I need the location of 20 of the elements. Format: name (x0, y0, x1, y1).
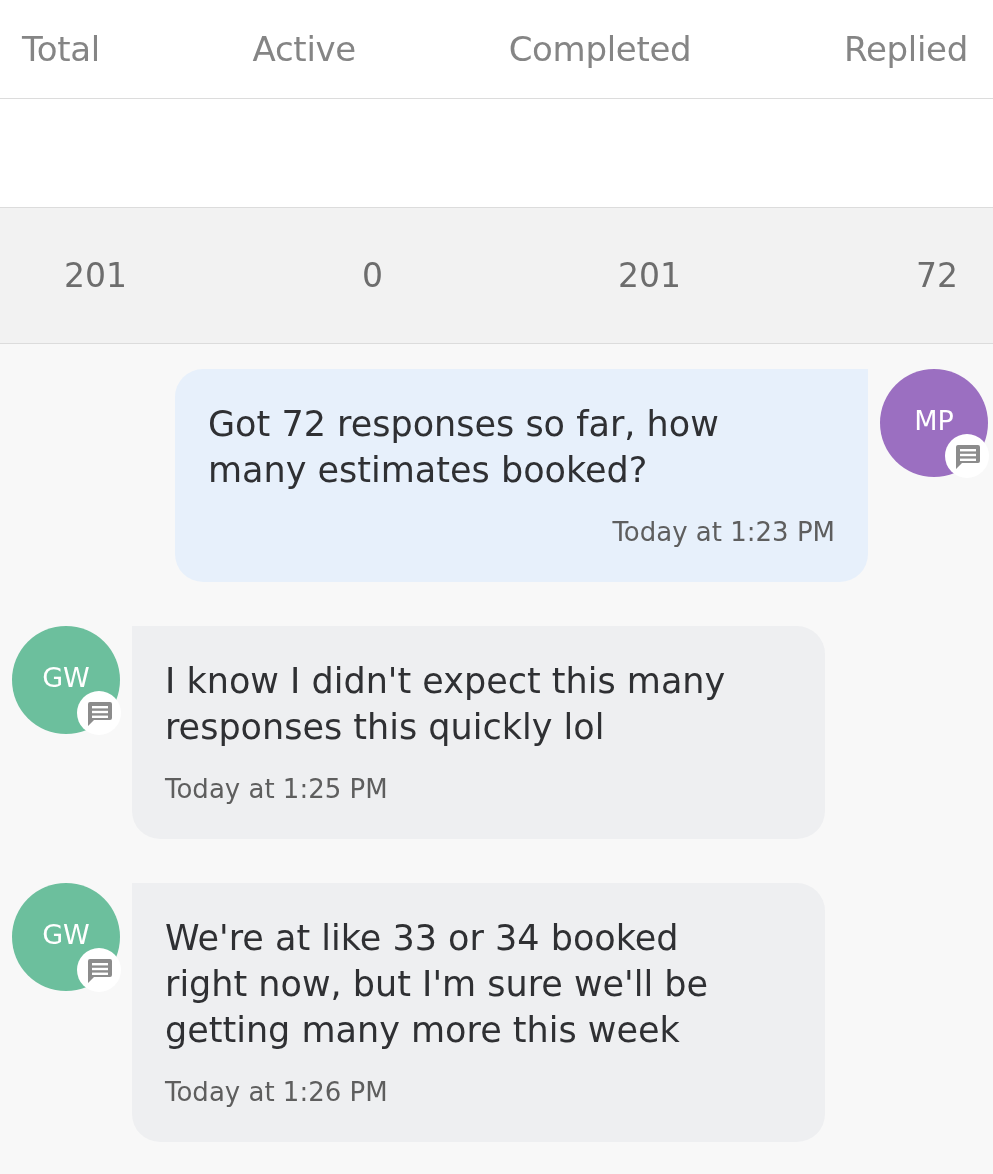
message-text: I know I didn't expect this many responses this quickly lol (165, 660, 727, 749)
message-time: Today at 1:26 PM (165, 1076, 388, 1109)
stat-value: 0 (362, 256, 383, 295)
chat-badge-icon (77, 691, 121, 735)
avatar-initials: GW (42, 920, 90, 948)
column-header: Replied (844, 29, 968, 69)
stat-value: 201 (64, 256, 127, 295)
message-text: Got 72 responses so far, how many estimates booked? (208, 403, 720, 492)
column-header: Completed (508, 29, 692, 69)
column-header: Active (252, 29, 356, 69)
stat-value: 201 (618, 256, 681, 295)
avatar-initials: GW (42, 663, 90, 691)
message-time: Today at 1:25 PM (165, 773, 388, 806)
avatar-initials: MP (914, 406, 954, 434)
chat-badge-icon (945, 434, 989, 478)
message-text: We're at like 33 or 34 booked right now, but I'm sure we'll be getting many more this week (165, 917, 710, 1052)
chat-badge-icon (77, 948, 121, 992)
column-header: Total (22, 29, 100, 69)
message-time: Today at 1:23 PM (612, 516, 835, 549)
stat-value: 72 (916, 256, 958, 295)
